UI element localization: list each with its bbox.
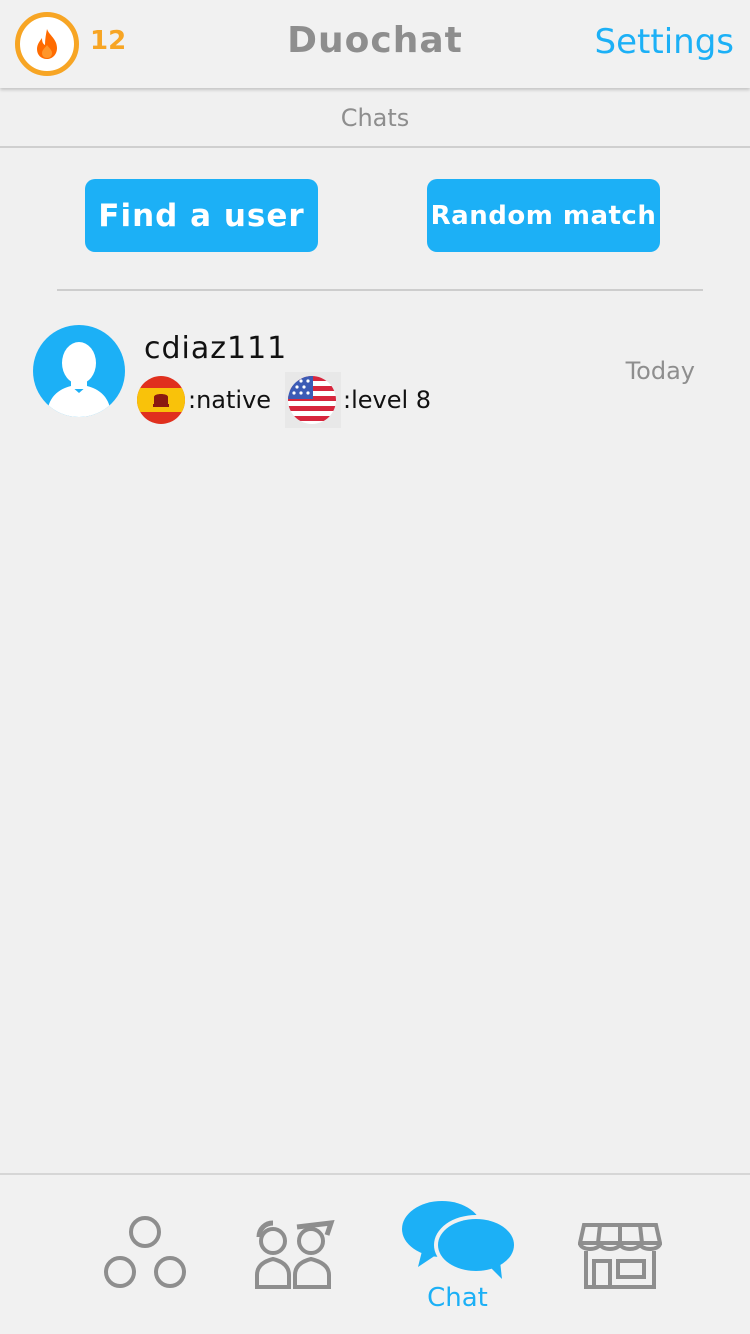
nav-friends[interactable] [245,1175,345,1334]
learn-circles-icon [104,1216,186,1288]
native-language-badge: :native [136,375,271,425]
top-bar: 12 Duochat Settings [0,0,750,88]
chat-username: cdiaz111 [144,331,288,366]
learning-language-label: :level 8 [343,386,432,414]
user-silhouette-icon [47,342,111,417]
usa-flag-icon [288,376,336,424]
flame-icon [37,29,57,59]
learning-language-badge: :level 8 [285,372,432,428]
native-language-label: :native [188,386,272,414]
chat-list-item[interactable]: cdiaz111 Today :native:level 8 [0,305,750,435]
random-match-button[interactable]: Random match [427,179,660,252]
friends-icon [255,1220,335,1289]
spain-flag-icon [137,376,185,424]
nav-chat[interactable]: Chat [390,1175,525,1334]
avatar [33,325,125,417]
nav-learn[interactable] [95,1175,195,1334]
streak-indicator[interactable] [15,12,79,76]
section-title: Chats [0,88,750,148]
bottom-nav: Chat [0,1173,750,1334]
find-user-button[interactable]: Find a user [85,179,318,252]
settings-link[interactable]: Settings [595,22,734,62]
duochat-screen: 12 Duochat Settings Chats Find a user Ra… [0,0,750,1334]
streak-count: 12 [90,26,127,56]
chat-timestamp: Today [625,357,695,385]
divider [57,289,703,291]
shop-icon [578,1223,662,1289]
nav-chat-label: Chat [427,1283,488,1313]
nav-shop[interactable] [570,1175,670,1334]
chat-bubbles-icon [402,1201,518,1279]
